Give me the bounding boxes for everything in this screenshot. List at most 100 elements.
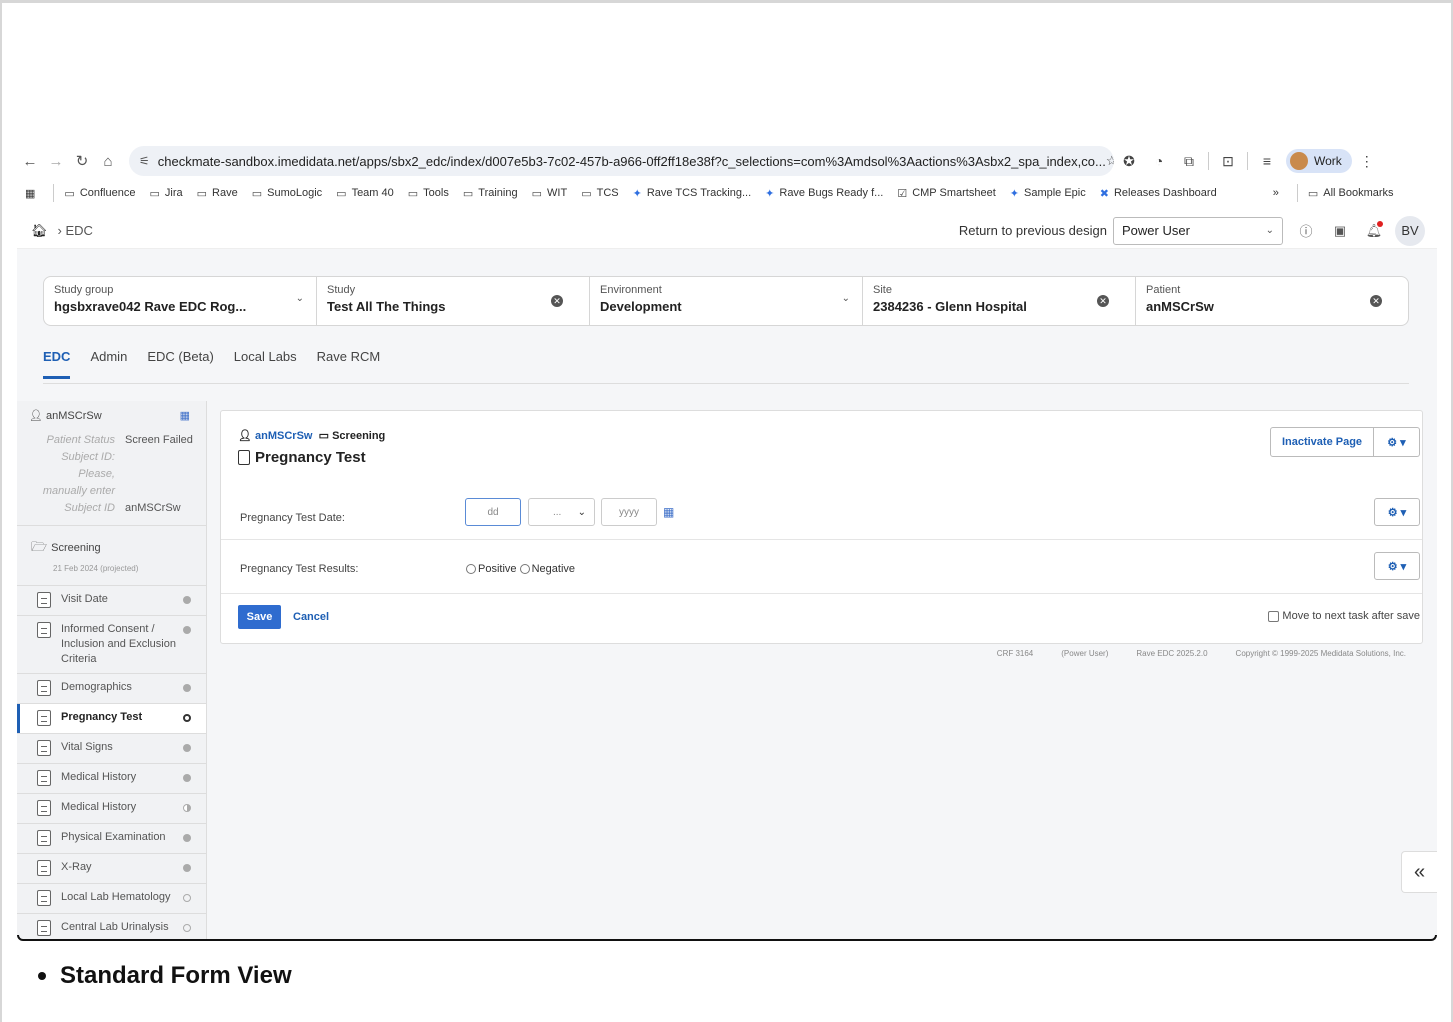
inactivate-page-button[interactable]: Inactivate Page (1270, 427, 1374, 457)
status-dot (183, 804, 191, 812)
form-item-pregnancy-test[interactable]: Pregnancy Test (17, 703, 206, 733)
patient-link[interactable]: anMSCrSw (255, 430, 312, 442)
bookmark-confluence[interactable]: ▭ Confluence (64, 187, 135, 200)
day-input[interactable]: dd (465, 498, 521, 526)
collapse-panel-button[interactable]: « (1401, 851, 1437, 893)
field-label: Pregnancy Test Results: (240, 563, 359, 575)
tab-edc[interactable]: EDC (43, 349, 71, 379)
form-item-medical-history[interactable]: Medical History (17, 763, 206, 793)
tab-admin[interactable]: Admin (90, 349, 127, 379)
home-icon[interactable]: ⌂ (95, 153, 121, 170)
bookmark-tools[interactable]: ▭ Tools (408, 187, 449, 200)
address-bar[interactable]: ⚟ checkmate-sandbox.imedidata.net/apps/s… (129, 146, 1114, 176)
year-input[interactable]: yyyy (601, 498, 657, 526)
folder-screening[interactable]: 🗁︎ Screening 21 Feb 2024 (projected) (17, 526, 206, 585)
save-button[interactable]: Save (238, 605, 281, 629)
bookmark-sample-epic[interactable]: ✦ Sample Epic (1010, 187, 1086, 200)
bookmarks-more[interactable]: » (1273, 187, 1279, 199)
home-icon[interactable]: 🏠︎ (31, 223, 48, 239)
form-item-visit-date[interactable]: Visit Date (17, 585, 206, 615)
role-select[interactable]: Power User ⌄ (1113, 216, 1283, 245)
tabs-divider (43, 383, 1409, 384)
page-gear-menu[interactable]: ⚙ ▾ (1374, 427, 1420, 457)
breadcrumb[interactable]: › EDC (58, 223, 93, 238)
return-previous-design-link[interactable]: Return to previous design (959, 223, 1107, 238)
month-select[interactable]: ... ⌄ (528, 498, 595, 526)
status-dot (183, 864, 191, 872)
patient-selector[interactable]: Patient anMSCrSw ✕ (1136, 277, 1408, 325)
document-icon (37, 710, 51, 726)
results-radio-group: Positive Negative (466, 563, 575, 575)
url-text: checkmate-sandbox.imedidata.net/apps/sbx… (157, 153, 1106, 169)
bookmark-cmp-smartsheet[interactable]: ☑ CMP Smartsheet (897, 187, 995, 200)
bookmark-rave-tcs-tracking[interactable]: ✦ Rave TCS Tracking... (633, 187, 752, 200)
user-avatar[interactable]: BV (1395, 215, 1425, 246)
jira-icon: ✦ (765, 187, 775, 200)
checkbox[interactable] (1268, 610, 1280, 622)
menu-icon[interactable]: ⋮ (1352, 153, 1382, 170)
smartsheet-icon: ☑ (897, 187, 908, 200)
folder-icon: ▭ (531, 187, 543, 200)
bookmark-training[interactable]: ▭ Training (463, 187, 518, 200)
study-selector[interactable]: Study Test All The Things ✕ (317, 277, 590, 325)
form-item-physical-examination[interactable]: Physical Examination (17, 823, 206, 853)
dashboard-icon: ✖ (1099, 187, 1109, 200)
bookmark-sumologic[interactable]: ▭ SumoLogic (252, 187, 322, 200)
bookmarks-bar: ▦ ▭ Confluence ▭ Jira ▭ Rave ▭ SumoLogic ▭ Te… (17, 181, 1437, 205)
tab-rave-rcm[interactable]: Rave RCM (317, 349, 381, 379)
move-next-checkbox[interactable]: Move to next task after save (1268, 610, 1420, 622)
tab-local-labs[interactable]: Local Labs (234, 349, 297, 379)
chevron-down-icon: ⌄ (841, 293, 850, 304)
extension-icon[interactable]: ✪ (1114, 153, 1144, 170)
user-icon: 👤︎ (29, 410, 43, 422)
folder-icon: ▭ (462, 187, 474, 200)
grid-view-icon[interactable]: ▦ (180, 409, 190, 422)
form-item-informed-consent[interactable]: Informed Consent / Inclusion and Exclusi… (17, 615, 206, 673)
bookmark-tcs[interactable]: ▭ TCS (581, 187, 618, 200)
form-item-demographics[interactable]: Demographics (17, 673, 206, 703)
clear-icon[interactable]: ✕ (1097, 295, 1109, 307)
bookmark-wit[interactable]: ▭ WIT (532, 187, 568, 200)
clear-icon[interactable]: ✕ (551, 295, 563, 307)
reload-icon[interactable]: ↻ (69, 152, 95, 170)
bookmark-releases-dashboard[interactable]: ✖ Releases Dashboard (1100, 187, 1217, 200)
bookmark-jira[interactable]: ▭ Jira (149, 187, 182, 200)
user-icon: 👤︎ (238, 430, 252, 442)
study-group-selector[interactable]: Study group hgsbxrave042 Rave EDC Rog...… (44, 277, 317, 325)
back-icon[interactable]: ← (17, 153, 43, 170)
bookmark-star-icon[interactable]: ☆ (1106, 153, 1114, 169)
forward-icon[interactable]: → (43, 153, 69, 170)
bell-icon[interactable]: 🔔︎ (1357, 220, 1391, 239)
folder-icon: ▭ (149, 187, 160, 200)
field-gear-menu[interactable]: ⚙ ▾ (1374, 552, 1420, 580)
bookmark-rave-bugs[interactable]: ✦ Rave Bugs Ready f... (765, 187, 883, 200)
app-tabs: EDC Admin EDC (Beta) Local Labs Rave RCM (43, 349, 400, 379)
form-item-x-ray[interactable]: X-Ray (17, 853, 206, 883)
tab-edc-beta[interactable]: EDC (Beta) (147, 349, 213, 379)
environment-selector[interactable]: Environment Development ⌄ (590, 277, 863, 325)
form-item-vital-signs[interactable]: Vital Signs (17, 733, 206, 763)
form-item-local-lab-hematology[interactable]: Local Lab Hematology (17, 883, 206, 913)
site-selector[interactable]: Site 2384236 - Glenn Hospital ✕ (863, 277, 1136, 325)
all-bookmarks[interactable]: ▭ All Bookmarks (1308, 187, 1394, 200)
lens-icon[interactable]: ⊡ (1213, 153, 1243, 170)
reading-list-icon[interactable]: ≡ (1252, 153, 1282, 169)
help-icon[interactable]: ⓘ (1289, 221, 1323, 240)
chevron-down-icon: ⌄ (1265, 225, 1274, 236)
bookmark-rave[interactable]: ▭ Rave (197, 187, 238, 200)
clear-icon[interactable]: ✕ (1370, 295, 1382, 307)
profile-button[interactable]: Work (1286, 149, 1352, 173)
feedback-icon[interactable]: ▣ (1323, 223, 1357, 239)
bookmark-team40[interactable]: ▭ Team 40 (336, 187, 394, 200)
folder-link[interactable]: Screening (332, 430, 385, 442)
form-item-medical-history-2[interactable]: Medical History (17, 793, 206, 823)
radio-positive[interactable] (466, 564, 476, 574)
radio-negative[interactable] (519, 564, 530, 574)
site-settings-icon[interactable]: ⚟ (139, 154, 150, 168)
apps-icon[interactable]: ▦ (25, 187, 35, 200)
calendar-icon[interactable]: ▦ (663, 505, 674, 519)
extension-icon-2[interactable]: ◔ (1144, 153, 1174, 169)
cancel-button[interactable]: Cancel (293, 611, 329, 623)
field-gear-menu[interactable]: ⚙ ▾ (1374, 498, 1420, 526)
puzzle-icon[interactable]: ⧉ (1174, 153, 1204, 170)
